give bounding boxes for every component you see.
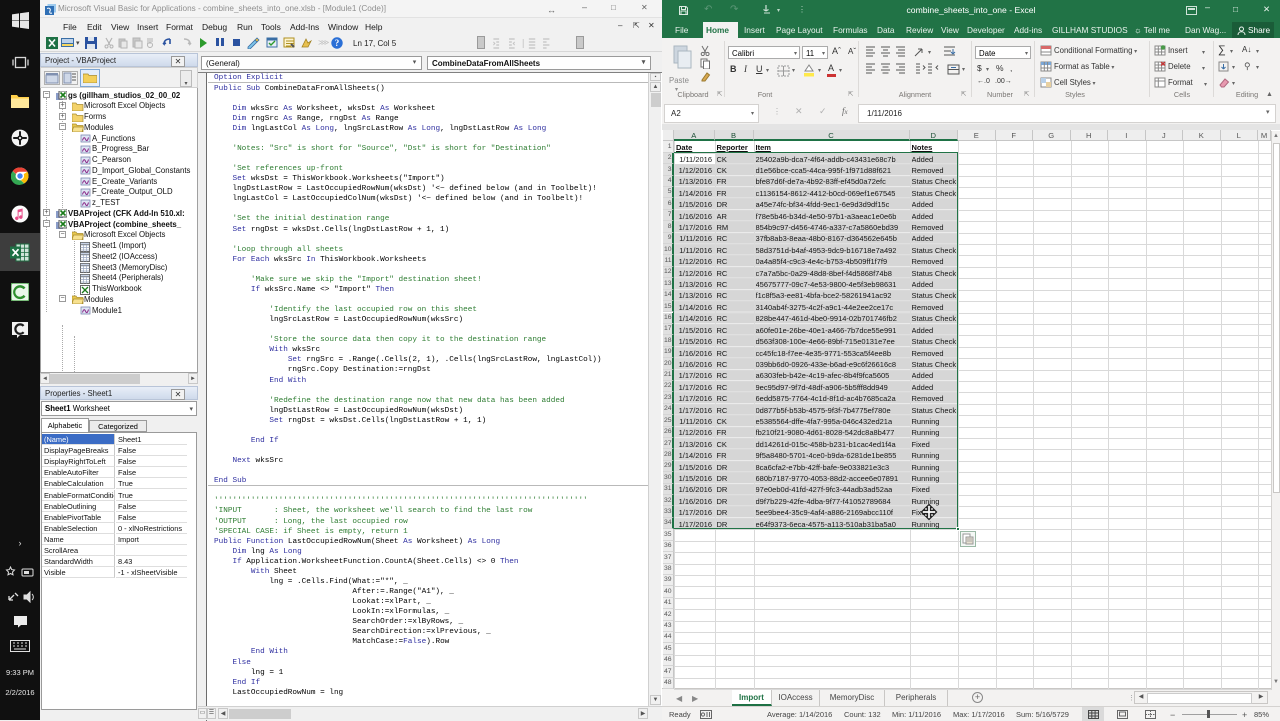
- svg-text:?: ?: [335, 38, 340, 48]
